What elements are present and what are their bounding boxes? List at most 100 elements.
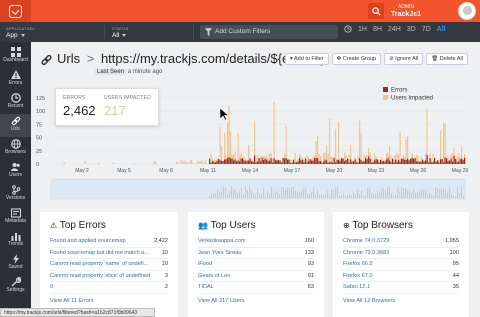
timeline-overview[interactable] xyxy=(50,178,466,200)
errors-bar xyxy=(236,161,238,164)
sidebar-item-metadata[interactable]: Metadata xyxy=(0,206,31,229)
trackjs-logo[interactable] xyxy=(0,0,31,22)
account-menu[interactable]: ADMIN TrackJs1 xyxy=(391,3,421,19)
y-tick-label: 50 xyxy=(36,136,42,142)
top-browsers-row[interactable]: Chrome 73.0.3683 100 xyxy=(343,250,459,256)
create-group-button[interactable]: ✥ Create Group xyxy=(331,53,382,65)
top-browsers-row-label[interactable]: Safari 12.1 xyxy=(343,284,370,290)
trash-icon: 🗑 xyxy=(431,56,439,62)
top-errors-row-label[interactable]: Found and applied sourcemap xyxy=(50,238,126,244)
top-browsers-row-label[interactable]: Chrome 73.0.3683 xyxy=(343,250,389,256)
delete-all-button[interactable]: 🗑 Delete All xyxy=(426,53,468,65)
top-browsers-row-label[interactable]: Firefox 66.0 xyxy=(343,261,373,267)
sidebar-item-versions[interactable]: Versions xyxy=(0,183,31,206)
top-users-row[interactable]: TIDAL 83 xyxy=(198,284,314,290)
sidebar-item-browsers[interactable]: Browsers xyxy=(0,137,31,160)
top-users-row[interactable]: iFood 93 xyxy=(198,261,314,267)
range-all[interactable]: All xyxy=(437,26,446,33)
sidebar-item-urls[interactable]: Urls xyxy=(0,114,31,137)
errors-bar xyxy=(341,157,343,164)
sidebar-item-settings[interactable]: Settings xyxy=(0,275,31,298)
top-errors-view-all-link[interactable]: View All 11 Errors xyxy=(50,298,94,304)
overview-bar xyxy=(239,191,241,198)
top-errors-row[interactable]: Found sourcemap but did not match a... 10 xyxy=(50,250,168,256)
errors-bar xyxy=(401,158,403,164)
row-divider xyxy=(343,281,459,282)
top-errors-title: ⚠ Top Errors xyxy=(50,220,106,231)
row-divider xyxy=(50,292,168,294)
add-to-filter-button[interactable]: ▾ Add to Filter xyxy=(285,53,329,65)
top-errors-row-label[interactable]: Found sourcemap but did not match a... xyxy=(50,250,149,256)
range-8h[interactable]: 8H xyxy=(373,26,382,33)
add-custom-filters-input[interactable]: Add Custom Filters xyxy=(200,25,338,39)
top-browsers-row[interactable]: Firefox 66.0 95 xyxy=(343,261,459,267)
errors-bar xyxy=(435,161,437,164)
top-users-row[interactable]: Jean Yves Sireau 133 xyxy=(198,250,314,256)
top-users-row-label[interactable]: Gears of Leo xyxy=(198,273,230,279)
top-errors-row[interactable]: 02 xyxy=(50,284,168,290)
last-seen-value: a minute ago xyxy=(127,69,163,75)
top-users-row-label[interactable]: Jean Yves Sireau xyxy=(198,250,241,256)
errors-bar xyxy=(335,162,337,164)
top-errors-row-label[interactable]: 0 xyxy=(50,284,53,290)
errors-bar xyxy=(317,158,319,164)
sidebar-item-recent[interactable]: Recent xyxy=(0,91,31,114)
errors-bar xyxy=(210,162,212,164)
status-selector[interactable]: STATUS All xyxy=(112,25,128,39)
top-browsers-row[interactable]: Firefox 67.0 44 xyxy=(343,273,459,279)
ignore-all-button[interactable]: ⊘ Ignore All xyxy=(384,53,424,65)
avatar[interactable] xyxy=(458,2,476,20)
top-browsers-row-label[interactable]: Firefox 67.0 xyxy=(343,273,373,279)
top-browsers-row[interactable]: Safari 12.1 35 xyxy=(343,284,459,290)
range-24h[interactable]: 24H xyxy=(388,26,401,33)
top-errors-row-label[interactable]: Cannot read property 'slice' of undefine… xyxy=(50,273,150,279)
top-users-row[interactable]: Gears of Leo 91 xyxy=(198,273,314,279)
application-selector[interactable]: APPLICATION App xyxy=(6,25,34,39)
top-users-view-all-link[interactable]: View All 217 Users xyxy=(198,298,245,304)
top-users-row-label[interactable]: iFood xyxy=(198,261,212,267)
sidebar-item-dashboard[interactable]: Dashboard xyxy=(0,45,31,68)
errors-label: ERRORS xyxy=(63,95,86,101)
trends-icon xyxy=(11,233,20,241)
overview-bar xyxy=(327,190,329,198)
errors-bar xyxy=(227,158,229,164)
overview-bar xyxy=(253,193,255,198)
errors-bar xyxy=(320,160,322,164)
top-errors-row[interactable]: Cannot read property 'slice' of undefine… xyxy=(50,273,168,279)
top-browsers-row-label[interactable]: Chrome 74.0.3729 xyxy=(343,238,389,244)
top-errors-row[interactable]: Found and applied sourcemap 2,422 xyxy=(50,238,168,244)
sidebar-item-label: Metadata xyxy=(5,218,26,224)
top-users-row-label[interactable]: Verkkokauppa.com xyxy=(198,238,246,244)
top-browsers-row[interactable]: Chrome 74.0.3729 1,955 xyxy=(343,238,459,244)
filter-icon xyxy=(205,28,212,36)
errors-bar xyxy=(284,158,286,164)
sidebar-item-errors[interactable]: Errors xyxy=(0,68,31,91)
errors-bar xyxy=(381,161,383,164)
overview-bar xyxy=(449,187,451,198)
sidebar-item-saved[interactable]: Saved xyxy=(0,252,31,275)
range-3d[interactable]: 3D xyxy=(407,26,416,33)
top-errors-row-label[interactable]: Cannot read property 'name' of undefi... xyxy=(50,261,148,267)
overview-bar xyxy=(289,187,291,198)
top-users-row-count: 91 xyxy=(307,272,314,279)
errors-bar xyxy=(414,157,416,164)
top-browsers-view-all-link[interactable]: View All 12 Browsers xyxy=(343,298,395,304)
users-impacted-bar xyxy=(360,132,362,164)
sidebar-item-users[interactable]: Users xyxy=(0,160,31,183)
overview-bar xyxy=(367,188,369,198)
search-button[interactable] xyxy=(368,3,384,19)
users-impacted-bar xyxy=(180,159,182,164)
errors-bar xyxy=(395,159,397,164)
errors-bar xyxy=(219,160,221,164)
overview-bar xyxy=(283,186,285,198)
errors-bar xyxy=(276,159,278,164)
range-7d[interactable]: 7D xyxy=(422,26,431,33)
errors-bar xyxy=(273,157,275,164)
top-users-row-label[interactable]: TIDAL xyxy=(198,284,214,290)
link-icon xyxy=(41,54,52,66)
top-errors-row[interactable]: Cannot read property 'name' of undefi...… xyxy=(50,261,168,267)
range-1h[interactable]: 1H xyxy=(358,26,367,33)
errors-bar xyxy=(393,162,395,164)
top-users-row[interactable]: Verkkokauppa.com 160 xyxy=(198,238,314,244)
sidebar-item-trends[interactable]: Trends xyxy=(0,229,31,252)
